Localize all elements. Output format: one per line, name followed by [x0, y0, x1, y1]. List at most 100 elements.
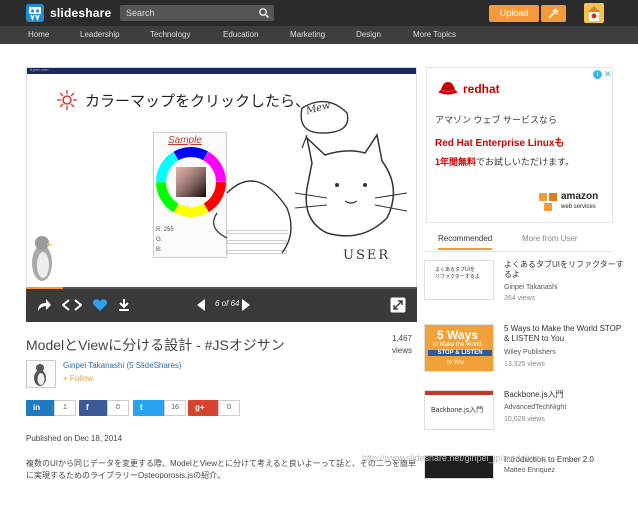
- facebook-icon: f: [86, 403, 89, 412]
- download-icon[interactable]: [118, 298, 130, 312]
- related-thumb-bar: STOP & LISTEN: [428, 350, 492, 356]
- avatar-icon: [588, 6, 600, 21]
- ad-free-highlight: 1年間無料: [435, 157, 477, 167]
- tools-button[interactable]: [541, 5, 566, 22]
- tab-more-from-user[interactable]: More from User: [522, 234, 578, 243]
- r-label: R:: [156, 227, 162, 233]
- search-input[interactable]: [126, 6, 254, 20]
- nav-item-more-topics[interactable]: More Topics: [413, 30, 456, 39]
- slide-site-tag: ti.pen.com: [30, 67, 49, 72]
- advertisement[interactable]: redhat i ✕ アマゾン ウェブ サービスなら Red Hat Enter…: [426, 67, 613, 223]
- related-item[interactable]: Introduction to Ember 2.0 Matteo Enrique…: [424, 455, 624, 509]
- googleplus-share-button[interactable]: g+ 0: [188, 400, 240, 416]
- ad-info-icon[interactable]: i: [593, 70, 602, 79]
- page-indicator: 6 of 64: [215, 299, 240, 308]
- related-thumb-text: よくあるタブUIを リファクターするよ: [435, 267, 480, 280]
- related-tabs: Recommended More from User: [426, 230, 613, 252]
- watermark-url: http://www.slideshare.net/ginpei_jp/mode…: [362, 453, 546, 463]
- next-slide-icon[interactable]: [241, 298, 251, 312]
- twitter-share-button[interactable]: t 16: [133, 400, 186, 416]
- related-item[interactable]: 5 Ways to Make the World STOP & LISTEN t…: [424, 324, 624, 378]
- amazon-brand: amazon: [561, 191, 599, 202]
- search-box[interactable]: [120, 5, 274, 21]
- nav-item-technology[interactable]: Technology: [150, 30, 190, 39]
- rgb-fields: R: 255 G: B:: [156, 225, 174, 255]
- related-views: 10,029 views: [504, 416, 545, 423]
- views-label: views: [391, 346, 412, 355]
- related-author: Matteo Enriquez: [504, 467, 555, 474]
- related-item[interactable]: よくあるタブUIを リファクターするよ よくあるタブUIをリファクターするよ G…: [424, 260, 624, 314]
- slide-viewer[interactable]: ti.pen.com カラーマップをクリックしたら、 Sample R: 255…: [26, 67, 417, 289]
- follow-button[interactable]: + Follow: [63, 374, 93, 383]
- ad-close-icon[interactable]: ✕: [604, 69, 612, 80]
- ad-line-3-rest: でお試しいただけます。: [476, 157, 575, 167]
- tab-recommended[interactable]: Recommended: [438, 234, 493, 250]
- related-thumb-bar: [425, 391, 493, 395]
- related-title[interactable]: 5 Ways to Make the World STOP & LISTEN t…: [504, 324, 624, 344]
- penguin-avatar-icon: [34, 364, 46, 386]
- presentation-title: ModelとViewに分ける設計 - #JSオジサン: [26, 337, 285, 353]
- related-thumb[interactable]: よくあるタブUIを リファクターするよ: [424, 260, 494, 300]
- twitter-count: 16: [164, 400, 186, 416]
- related-author: AdvancedTechNight: [504, 404, 567, 411]
- related-item[interactable]: Backbone.js入門 Backbone.js入門 AdvancedTech…: [424, 390, 624, 444]
- tools-icon: [548, 8, 559, 19]
- related-author: Wiley Publishers: [504, 349, 556, 356]
- views-count: 1,467: [391, 334, 412, 343]
- slide-url-bar: ti.pen.com: [27, 67, 416, 74]
- published-date: Published on Dec 18, 2014: [26, 434, 123, 443]
- related-thumb-small: to Make the World: [433, 342, 482, 348]
- linkedin-count: 1: [54, 400, 76, 416]
- related-thumb[interactable]: 5 Ways to Make the World STOP & LISTEN t…: [424, 324, 494, 372]
- related-views: 264 views: [504, 295, 536, 302]
- related-author: Ginpei Takanashi: [504, 284, 558, 291]
- ad-line-2: Red Hat Enterprise Linuxも: [435, 138, 565, 149]
- sun-icon: [57, 90, 77, 110]
- redhat-logo-icon: [438, 82, 458, 95]
- penguin-icon: [32, 236, 53, 281]
- aws-cubes-icon: [539, 193, 557, 211]
- related-thumb-big: 5 Ways: [437, 328, 478, 342]
- brand-name[interactable]: slideshare: [50, 6, 111, 20]
- linkedin-icon: in: [33, 403, 41, 412]
- handwriting-user: USER: [343, 248, 391, 263]
- amazon-sub: web services: [561, 204, 596, 210]
- slideshare-logo-icon[interactable]: [26, 4, 44, 22]
- share-arrow-icon[interactable]: [36, 298, 52, 312]
- ad-brand: redhat: [463, 82, 500, 96]
- nav-item-marketing[interactable]: Marketing: [290, 30, 325, 39]
- like-heart-icon[interactable]: [92, 298, 108, 312]
- facebook-share-button[interactable]: f 0: [79, 400, 129, 416]
- user-avatar[interactable]: [584, 3, 604, 23]
- amazon-logo: amazon web services: [537, 189, 607, 215]
- linkedin-share-button[interactable]: in 1: [26, 400, 76, 416]
- b-label: B:: [156, 247, 162, 253]
- facebook-count: 0: [107, 400, 129, 416]
- related-thumb-tail: to You: [447, 360, 464, 366]
- related-title[interactable]: Backbone.js入門: [504, 390, 624, 400]
- ad-line-1: アマゾン ウェブ サービスなら: [435, 115, 558, 125]
- googleplus-count: 0: [218, 400, 240, 416]
- embed-icon[interactable]: [62, 298, 82, 312]
- twitter-icon: t: [140, 403, 143, 412]
- nav-item-design[interactable]: Design: [356, 30, 381, 39]
- upload-button[interactable]: Upload: [489, 5, 539, 22]
- player-controls: 6 of 64: [26, 289, 417, 322]
- googleplus-icon: g+: [195, 403, 205, 412]
- ad-line-3: 1年間無料でお試しいただけます。: [435, 155, 574, 168]
- author-avatar[interactable]: [26, 360, 56, 388]
- g-label: G:: [156, 237, 163, 243]
- fullscreen-icon[interactable]: [390, 297, 406, 313]
- previous-slide-icon[interactable]: [196, 298, 206, 312]
- related-views: 13,325 views: [504, 361, 545, 368]
- related-thumb[interactable]: Backbone.js入門: [424, 390, 494, 430]
- topic-nav: Home Leadership Technology Education Mar…: [0, 26, 638, 44]
- nav-item-education[interactable]: Education: [223, 30, 259, 39]
- related-thumb-text: Backbone.js入門: [431, 407, 484, 414]
- r-value: 255: [163, 227, 174, 233]
- related-title[interactable]: よくあるタブUIをリファクターするよ: [504, 260, 624, 280]
- author-name[interactable]: Ginpei Takanashi (5 SlideShares): [63, 361, 182, 370]
- search-icon[interactable]: [258, 7, 270, 19]
- nav-item-home[interactable]: Home: [28, 30, 49, 39]
- nav-item-leadership[interactable]: Leadership: [80, 30, 120, 39]
